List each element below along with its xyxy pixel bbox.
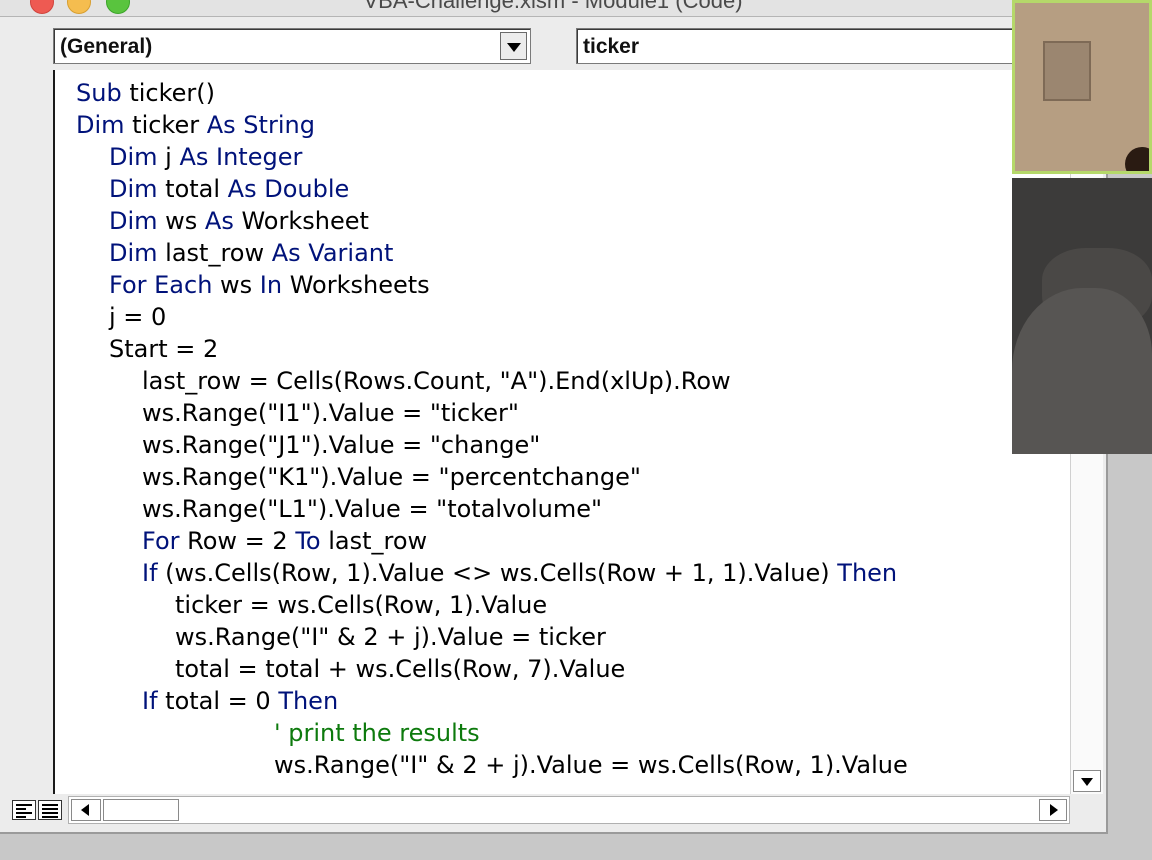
- code-text: ws.Range("I" & 2 + j).Value = ws.Cells(R…: [274, 751, 908, 779]
- code-line[interactable]: total = total + ws.Cells(Row, 7).Value: [76, 653, 908, 685]
- code-text: total = 0: [157, 687, 279, 715]
- code-line[interactable]: Dim last_row As Variant: [76, 237, 908, 269]
- code-line[interactable]: If (ws.Cells(Row, 1).Value <> ws.Cells(R…: [76, 557, 908, 589]
- code-text: ws.Range("K1").Value = "percentchange": [142, 463, 641, 491]
- scroll-down-arrow-icon[interactable]: [1073, 770, 1101, 792]
- scroll-right-arrow-icon[interactable]: [1039, 799, 1067, 821]
- code-text: j: [157, 143, 180, 171]
- code-line[interactable]: j = 0: [76, 301, 908, 333]
- code-keyword: Dim: [109, 175, 158, 203]
- wall-picture-frame: [1043, 41, 1091, 101]
- code-line[interactable]: Dim ws As Worksheet: [76, 205, 908, 237]
- code-line[interactable]: For Each ws In Worksheets: [76, 269, 908, 301]
- code-text: last_row: [157, 239, 272, 267]
- code-text: ticker: [124, 111, 207, 139]
- code-line[interactable]: ws.Range("J1").Value = "change": [76, 429, 908, 461]
- scroll-left-arrow-icon[interactable]: [71, 799, 101, 821]
- code-keyword: Sub: [76, 79, 122, 107]
- code-line[interactable]: ws.Range("I1").Value = "ticker": [76, 397, 908, 429]
- code-keyword: Then: [837, 559, 898, 587]
- code-line[interactable]: ws.Range("I" & 2 + j).Value = ticker: [76, 621, 908, 653]
- code-keyword: In: [259, 271, 283, 299]
- code-text: j = 0: [109, 303, 167, 331]
- code-keyword: Dim: [109, 207, 158, 235]
- procedure-view-icon[interactable]: [12, 800, 36, 820]
- code-keyword: As: [204, 207, 234, 235]
- code-text: ticker = ws.Cells(Row, 1).Value: [175, 591, 548, 619]
- vba-code-window: VBA-Challenge.xlsm - Module1 (Code) (Gen…: [0, 0, 1108, 834]
- video-thumbnail-bottom: [1012, 178, 1152, 454]
- code-text: last_row: [320, 527, 428, 555]
- code-line[interactable]: ws.Range("L1").Value = "totalvolume": [76, 493, 908, 525]
- code-text: ws.Range("L1").Value = "totalvolume": [142, 495, 603, 523]
- code-line[interactable]: Dim j As Integer: [76, 141, 908, 173]
- object-dropdown[interactable]: (General): [53, 28, 531, 64]
- code-line[interactable]: ws.Range("K1").Value = "percentchange": [76, 461, 908, 493]
- code-text: Worksheet: [233, 207, 369, 235]
- code-keyword: If: [142, 559, 158, 587]
- video-shape: [1012, 288, 1152, 454]
- code-text: ws.Range("J1").Value = "change": [142, 431, 541, 459]
- object-dropdown-value: (General): [60, 35, 153, 58]
- code-line[interactable]: Start = 2: [76, 333, 908, 365]
- code-comment: ' print the results: [274, 719, 480, 747]
- code-keyword: For Each: [109, 271, 213, 299]
- code-line[interactable]: last_row = Cells(Rows.Count, "A").End(xl…: [76, 365, 908, 397]
- procedure-dropdown[interactable]: ticker: [576, 28, 1016, 64]
- bottom-bar: [0, 794, 1106, 826]
- full-module-view-icon[interactable]: [38, 800, 62, 820]
- code-line[interactable]: Dim total As Double: [76, 173, 908, 205]
- video-thumbnail-top: [1012, 0, 1152, 174]
- code-keyword: To: [295, 527, 321, 555]
- code-keyword: Then: [278, 687, 339, 715]
- code-editor[interactable]: Sub ticker() Dim ticker As String Dim j As…: [53, 70, 1070, 794]
- code-lines: Sub ticker() Dim ticker As String Dim j As…: [76, 77, 908, 781]
- code-keyword: For: [142, 527, 180, 555]
- code-text: total: [157, 175, 228, 203]
- chevron-down-icon[interactable]: [500, 32, 527, 60]
- code-line[interactable]: Sub ticker(): [76, 77, 908, 109]
- horizontal-scrollbar[interactable]: [68, 796, 1070, 824]
- code-text: Worksheets: [282, 271, 430, 299]
- code-keyword: Dim: [76, 111, 125, 139]
- horizontal-scroll-thumb[interactable]: [103, 799, 179, 821]
- code-text: last_row = Cells(Rows.Count, "A").End(xl…: [142, 367, 731, 395]
- code-text: Row = 2: [179, 527, 296, 555]
- code-keyword: Dim: [109, 143, 158, 171]
- code-text: ws.Range("I" & 2 + j).Value = ticker: [175, 623, 606, 651]
- code-text: total = total + ws.Cells(Row, 7).Value: [175, 655, 626, 683]
- code-line[interactable]: If total = 0 Then: [76, 685, 908, 717]
- window-title: VBA-Challenge.xlsm - Module1 (Code): [363, 0, 743, 13]
- code-line[interactable]: For Row = 2 To last_row: [76, 525, 908, 557]
- code-text: ws: [157, 207, 205, 235]
- code-text: (ws.Cells(Row, 1).Value <> ws.Cells(Row …: [157, 559, 838, 587]
- code-keyword: Dim: [109, 239, 158, 267]
- code-keyword: As Variant: [271, 239, 394, 267]
- person-head: [1125, 147, 1149, 171]
- code-keyword: As String: [206, 111, 315, 139]
- code-text: ws: [212, 271, 260, 299]
- procedure-dropdown-value: ticker: [583, 35, 640, 58]
- code-keyword: As Integer: [179, 143, 303, 171]
- code-line[interactable]: Dim ticker As String: [76, 109, 908, 141]
- code-line[interactable]: ws.Range("I" & 2 + j).Value = ws.Cells(R…: [76, 749, 908, 781]
- code-keyword: If: [142, 687, 158, 715]
- code-keyword: As Double: [227, 175, 350, 203]
- title-bar[interactable]: VBA-Challenge.xlsm - Module1 (Code): [0, 0, 1106, 17]
- code-text: ticker(): [121, 79, 215, 107]
- code-text: ws.Range("I1").Value = "ticker": [142, 399, 519, 427]
- code-text: Start = 2: [109, 335, 219, 363]
- code-line[interactable]: ' print the results: [76, 717, 908, 749]
- code-line[interactable]: ticker = ws.Cells(Row, 1).Value: [76, 589, 908, 621]
